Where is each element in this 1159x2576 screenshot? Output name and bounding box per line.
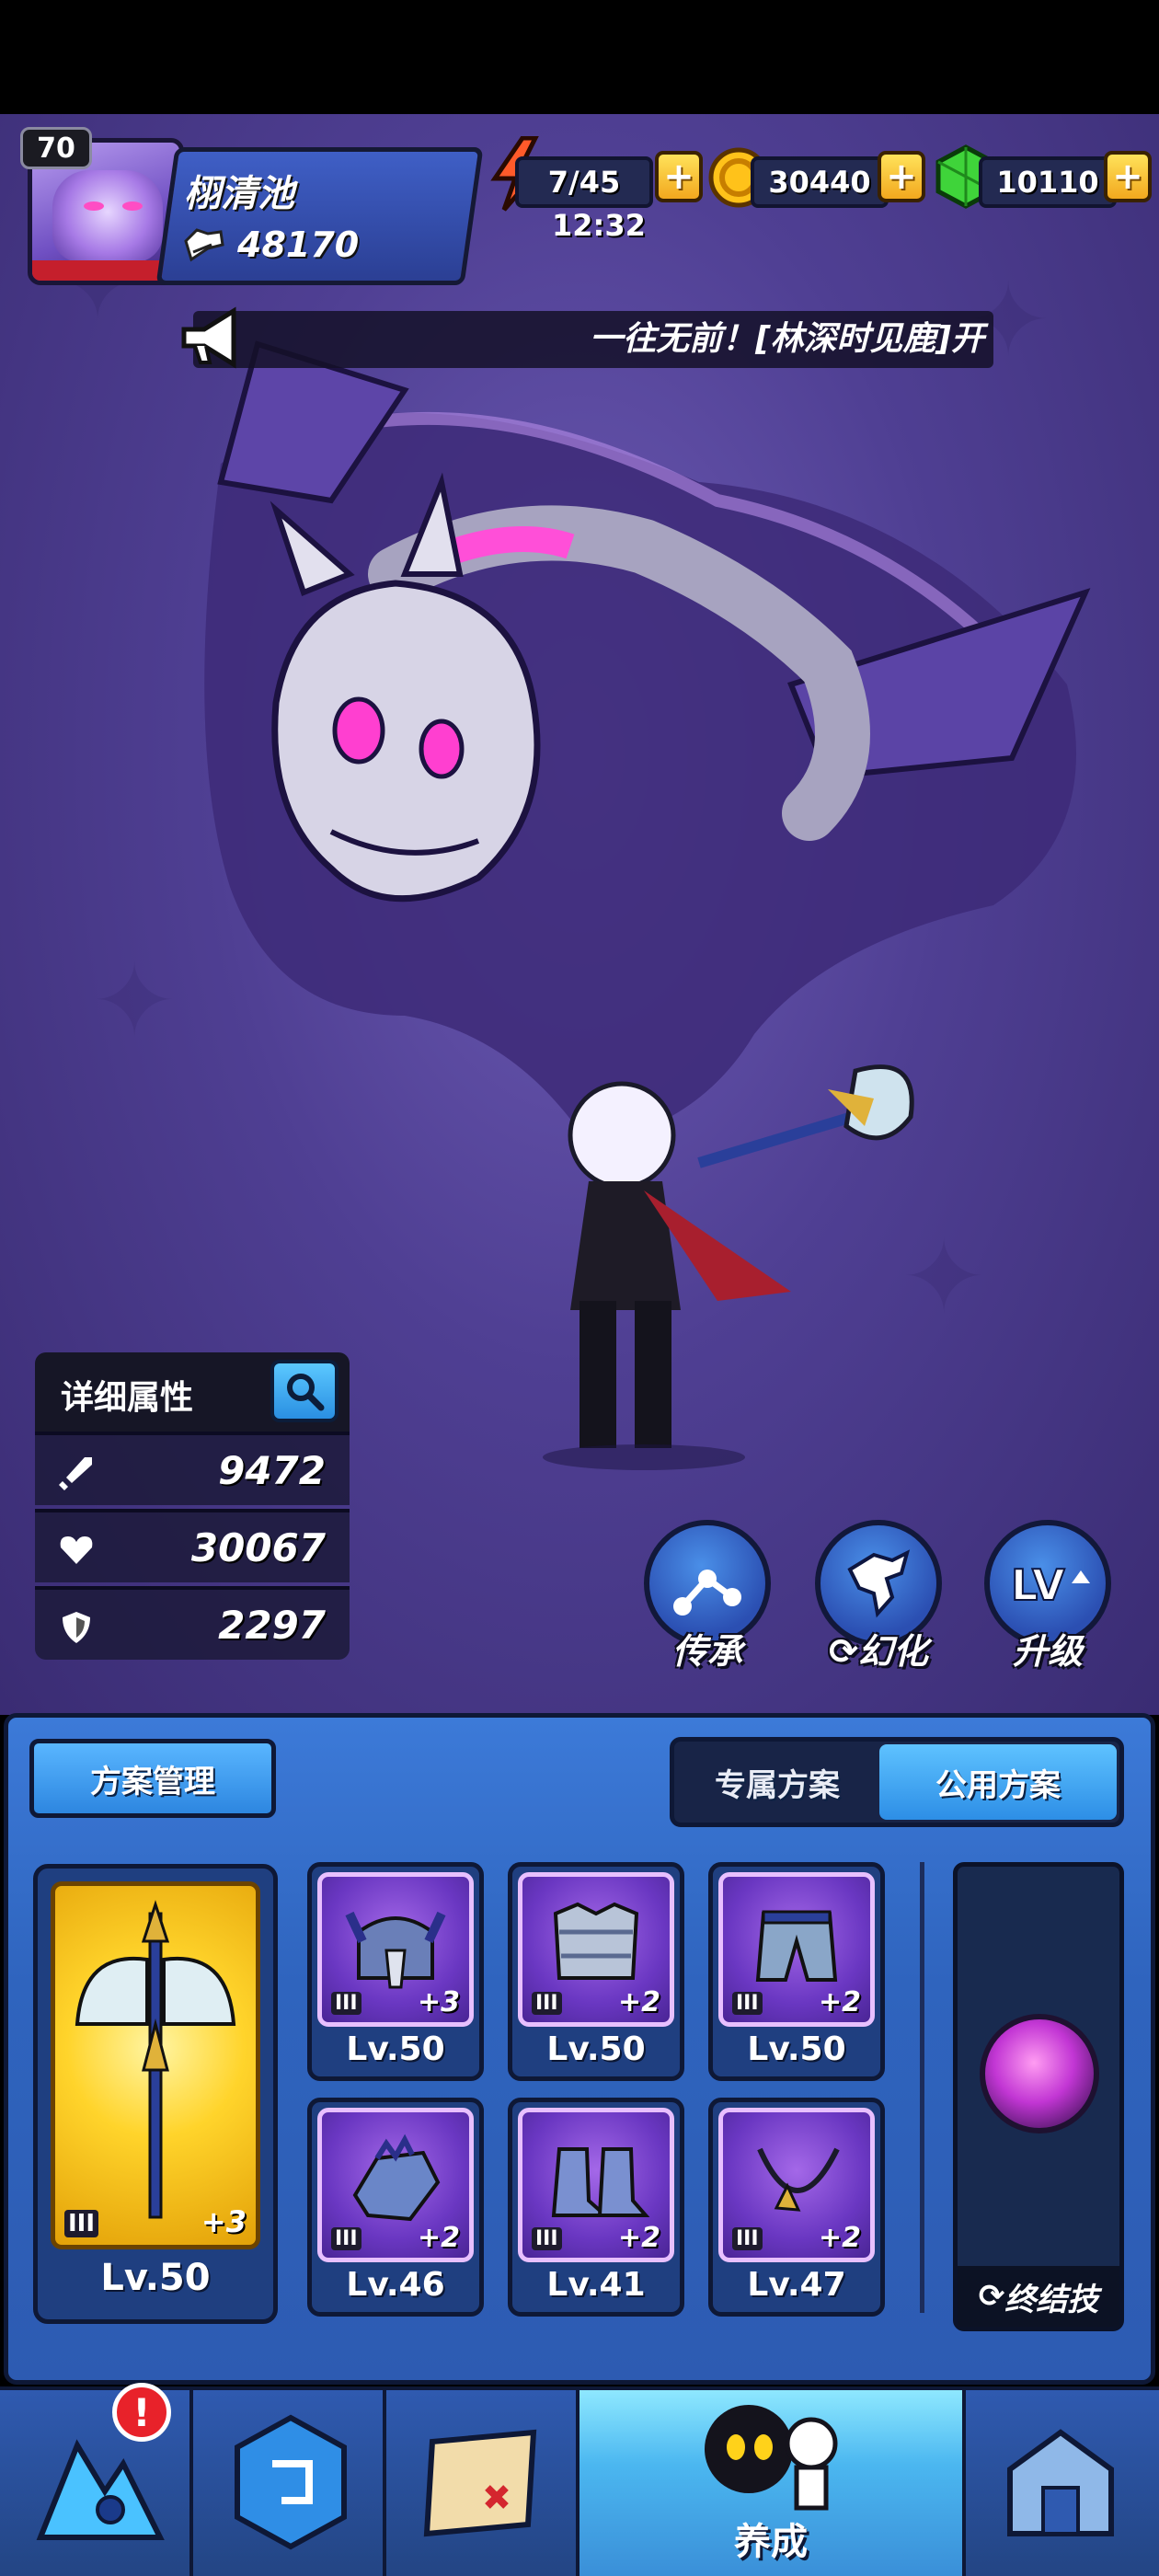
combat-power-value: 48170 <box>237 224 360 265</box>
avatar-eye <box>84 201 104 211</box>
pants-icon-box: III +2 <box>718 1872 875 2027</box>
helmet-level: Lv.50 <box>346 2030 445 2068</box>
upgrade-label: 升级 <box>1012 1631 1083 1672</box>
nav-tab-map[interactable] <box>386 2390 580 2576</box>
ultimate-label: ⟳ 终结技 <box>958 2266 1119 2327</box>
pants-tier: III <box>732 1992 763 2015</box>
gloves-level: Lv.46 <box>346 2266 445 2304</box>
ultimate-label-text: 终结技 <box>1004 2281 1099 2318</box>
boots-level: Lv.41 <box>546 2266 646 2304</box>
transform-label-text: 幻化 <box>857 1631 928 1672</box>
weapon-tier: III <box>64 2210 99 2237</box>
helmet-tier: III <box>331 1992 361 2015</box>
weapon-icon-box: III +3 <box>51 1881 260 2249</box>
armor-level: Lv.50 <box>546 2030 646 2068</box>
ultimate-orb-icon <box>980 2014 1099 2133</box>
treasure-map-icon <box>423 2429 537 2537</box>
weapon-level: Lv.50 <box>100 2257 211 2299</box>
swap-icon: ⟳ <box>829 1631 858 1672</box>
heart-icon <box>60 1536 93 1564</box>
upgrade-button[interactable]: LV 升级 <box>979 1520 1117 1676</box>
tab-public-plan[interactable]: 公用方案 <box>879 1744 1117 1820</box>
necklace-icon-box: III +2 <box>718 2108 875 2262</box>
swap-icon: ⟳ <box>978 2278 1005 2315</box>
nav-tab-develop[interactable]: 养成 <box>580 2390 966 2576</box>
pants-slot[interactable]: III +2 Lv.50 <box>708 1862 885 2081</box>
tab-exclusive-plan[interactable]: 专属方案 <box>677 1744 878 1820</box>
helmet-enhance: +3 <box>417 1986 460 2018</box>
armor-icon-box: III +2 <box>518 1872 674 2027</box>
ultimate-skill-slot[interactable]: ⟳ 终结技 <box>953 1862 1124 2331</box>
status-bar <box>0 0 1159 114</box>
alert-badge: ! <box>112 2383 171 2442</box>
gloves-slot[interactable]: III +2 Lv.46 <box>307 2098 484 2317</box>
hero-mascot-icon <box>705 2405 838 2511</box>
nav-tab-rune[interactable] <box>193 2390 386 2576</box>
armor-slot[interactable]: III +2 Lv.50 <box>508 1862 684 2081</box>
energy-counter: 7/45 <box>515 156 653 208</box>
necklace-slot[interactable]: III +2 Lv.47 <box>708 2098 885 2317</box>
helmet-icon-box: III +3 <box>317 1872 474 2027</box>
necklace-level: Lv.47 <box>747 2266 846 2304</box>
announcement-banner[interactable]: 一往无前！[林深时见鹿]开 <box>193 311 993 368</box>
attack-value: 9472 <box>218 1448 326 1493</box>
plan-manage-button[interactable]: 方案管理 <box>29 1739 276 1818</box>
energy-timer: 12:32 <box>552 208 646 243</box>
power-fist-icon <box>184 228 224 262</box>
add-energy-button[interactable]: + <box>655 151 703 202</box>
pants-enhance: +2 <box>818 1986 861 2018</box>
stats-header: 详细属性 <box>35 1352 350 1432</box>
gem-counter: 10110 <box>979 156 1117 208</box>
view-details-button[interactable] <box>270 1360 339 1422</box>
svg-text:LV: LV <box>1011 1560 1065 1610</box>
weapon-slot[interactable]: III +3 Lv.50 <box>33 1864 278 2324</box>
pants-level: Lv.50 <box>747 2030 846 2068</box>
nav-tab-guild[interactable] <box>966 2390 1159 2576</box>
avatar-face <box>52 170 163 262</box>
boots-slot[interactable]: III +2 Lv.41 <box>508 2098 684 2317</box>
hp-stat-row: 30067 <box>35 1509 350 1582</box>
boots-enhance: +2 <box>617 2222 660 2254</box>
armor-enhance: +2 <box>617 1986 660 2018</box>
detail-stats-panel: 详细属性 9472 30067 2297 <box>35 1352 350 1673</box>
stats-title: 详细属性 <box>61 1379 194 1417</box>
armor-tier: III <box>532 1992 562 2015</box>
boots-icon-box: III +2 <box>518 2108 674 2262</box>
shield-icon <box>63 1612 90 1643</box>
inherit-label: 传承 <box>671 1631 742 1672</box>
axe-icon <box>75 1900 236 2219</box>
transform-button[interactable]: ⟳幻化 <box>809 1520 947 1676</box>
panel-divider <box>920 1862 924 2313</box>
rune-hexagon-icon <box>235 2414 347 2550</box>
dragon-head-icon <box>847 1549 911 1618</box>
inherit-icon <box>673 1570 741 1616</box>
inherit-button[interactable]: 传承 <box>638 1520 776 1676</box>
guild-building-icon <box>1007 2429 1114 2536</box>
search-icon <box>287 1374 325 1411</box>
gloves-tier: III <box>331 2227 361 2250</box>
defense-stat-row: 2297 <box>35 1586 350 1660</box>
gold-counter: 30440 <box>751 156 889 208</box>
necklace-enhance: +2 <box>818 2222 861 2254</box>
level-up-icon: LV <box>1010 1559 1090 1611</box>
necklace-tier: III <box>732 2227 763 2250</box>
player-name: 栩清池 <box>184 173 294 215</box>
helmet-slot[interactable]: III +3 Lv.50 <box>307 1862 484 2081</box>
attack-stat-row: 9472 <box>35 1432 350 1505</box>
weapon-enhance: +3 <box>201 2204 247 2239</box>
megaphone-icon <box>181 306 236 369</box>
gloves-enhance: +2 <box>417 2222 460 2254</box>
add-gold-button[interactable]: + <box>878 151 925 202</box>
gloves-icon-box: III +2 <box>317 2108 474 2262</box>
player-level-badge: 70 <box>20 127 92 169</box>
boots-tier: III <box>532 2227 562 2250</box>
transform-label: ⟳幻化 <box>809 1623 947 1673</box>
add-gems-button[interactable]: + <box>1104 151 1152 202</box>
avatar-eye <box>122 201 143 211</box>
sword-icon <box>59 1457 92 1490</box>
nav-tab-develop-label: 养成 <box>734 2521 808 2563</box>
hp-value: 30067 <box>190 1525 326 1570</box>
defense-value: 2297 <box>218 1603 326 1648</box>
